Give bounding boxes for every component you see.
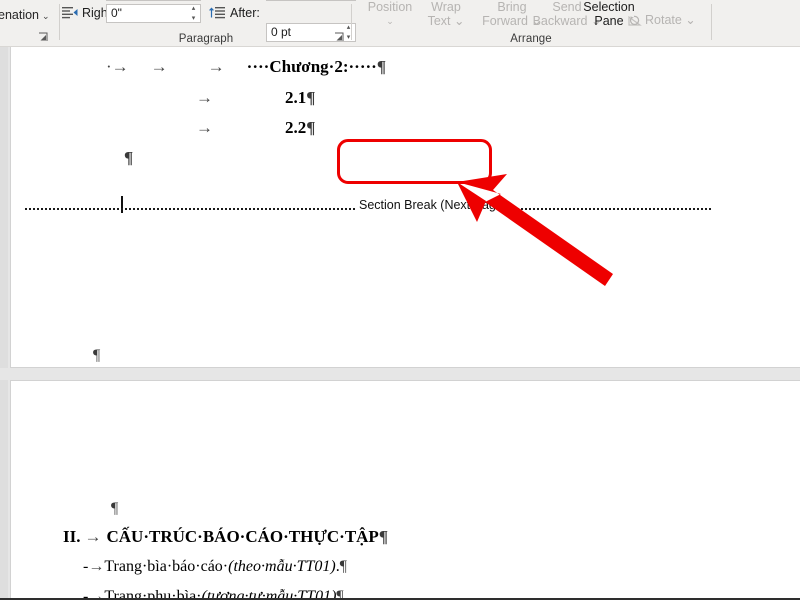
ribbon-group-arrange: Position ⌄ Wrap Text ⌄ Bring Forward ⌄ S… — [352, 0, 710, 46]
ribbon-group-paragraph: Right: 0" ▴ ▾ After: 0 pt ▴ ▾ Paragraph — [62, 0, 356, 46]
document-canvas[interactable]: ·→ → → ····Chương·2:·····¶ → 2.1¶ → 2.2¶ ¶ Se… — [0, 47, 800, 600]
spacing-after-icon — [208, 6, 226, 20]
rotate-label: Rotate ⌄ — [645, 13, 696, 27]
indent-right-value: 0" — [111, 6, 122, 20]
spacing-before-spinbox-cutoff[interactable] — [266, 0, 356, 1]
paragraph-mark: ¶ — [378, 527, 389, 546]
bullet-italic-note: (theo·mẫu·TT01) — [228, 558, 336, 575]
indent-right-spinbox[interactable]: 0" ▴ ▾ — [106, 4, 201, 23]
indent-right-icon — [62, 6, 78, 20]
left-gutter — [0, 47, 8, 600]
rotate-button[interactable]: Rotate ⌄ — [628, 13, 738, 30]
bullet-trang-bia-bao-cao: -→Trang·bìa·báo·cáo·(theo·mẫu·TT01).¶ — [83, 558, 347, 576]
selection-pane-label-line1: Selection — [583, 0, 635, 14]
paragraph-mark: ¶ — [306, 88, 316, 107]
indent-left-spinbox-cutoff[interactable] — [106, 0, 201, 1]
heading-2-2-text: 2.2 — [285, 118, 307, 137]
line-2-1: → 2.1¶ — [196, 88, 315, 108]
trailing-paragraph-mark: ¶ — [93, 347, 101, 364]
document-page-1[interactable]: ·→ → → ····Chương·2:·····¶ → 2.1¶ → 2.2¶ ¶ Se… — [10, 47, 800, 368]
tab-mark: → — [196, 118, 213, 137]
hyphenation-label: enation — [0, 8, 40, 22]
stepper-down-icon[interactable]: ▾ — [190, 15, 197, 22]
spacing-after-control: After: — [208, 6, 260, 20]
spacing-after-label: After: — [230, 6, 260, 20]
rotate-icon — [628, 13, 643, 30]
ribbon: enation ⌄ Right: 0" ▴ ▾ After: 0 pt ▴ ▾ … — [0, 0, 800, 47]
section-break-paragraph-mark: ¶ — [124, 148, 134, 167]
ribbon-group-page-setup: enation ⌄ — [0, 0, 58, 46]
line-chuong-2: ·→ → → ····Chương·2:·····¶ — [106, 57, 386, 77]
indent-right-stepper[interactable]: ▴ ▾ — [190, 5, 197, 22]
arrange-group-label: Arrange — [510, 33, 552, 45]
document-page-2[interactable]: ¶ II. → CẤU·TRÚC·BÁO·CÁO·THỰC·TẬP¶ -→Trang… — [10, 380, 800, 600]
heading-ii: II. → CẤU·TRÚC·BÁO·CÁO·THỰC·TẬP¶ — [63, 527, 388, 547]
heading-ii-number: II. — [63, 527, 81, 546]
chuong-2-text: ····Chương·2:····· — [246, 57, 377, 76]
tab-mark: → — [88, 558, 105, 575]
stepper-up-icon[interactable]: ▴ — [190, 5, 197, 12]
chevron-down-icon: ⌄ — [42, 11, 50, 21]
page-gap — [0, 368, 800, 380]
group-separator — [711, 4, 712, 40]
tab-mark: → — [196, 88, 213, 107]
paragraph-group-label: Paragraph — [178, 33, 234, 45]
hyphenation-button[interactable]: enation ⌄ — [0, 8, 50, 22]
pointer-arrow — [455, 170, 615, 290]
tab-mark: → — [150, 57, 168, 76]
paragraph-mark: ¶ — [306, 118, 316, 137]
empty-paragraph-mark: ¶ — [111, 500, 119, 517]
tab-mark: → — [207, 57, 225, 76]
text-cursor — [121, 196, 123, 213]
page-setup-dialog-launcher[interactable] — [37, 31, 50, 44]
bullet-text: Trang·bìa·báo·cáo· — [104, 558, 229, 575]
tab-mark: → — [84, 527, 102, 546]
heading-ii-text: CẤU·TRÚC·BÁO·CÁO·THỰC·TẬP — [106, 527, 379, 546]
tab-mark: ·→ — [106, 57, 129, 76]
line-2-2: → 2.2¶ — [196, 118, 315, 138]
paragraph-dialog-launcher[interactable] — [333, 31, 346, 44]
paragraph-mark: ¶ — [339, 558, 347, 575]
heading-2-1-text: 2.1 — [285, 88, 307, 107]
paragraph-mark: ¶ — [376, 57, 387, 76]
group-separator — [59, 4, 60, 40]
